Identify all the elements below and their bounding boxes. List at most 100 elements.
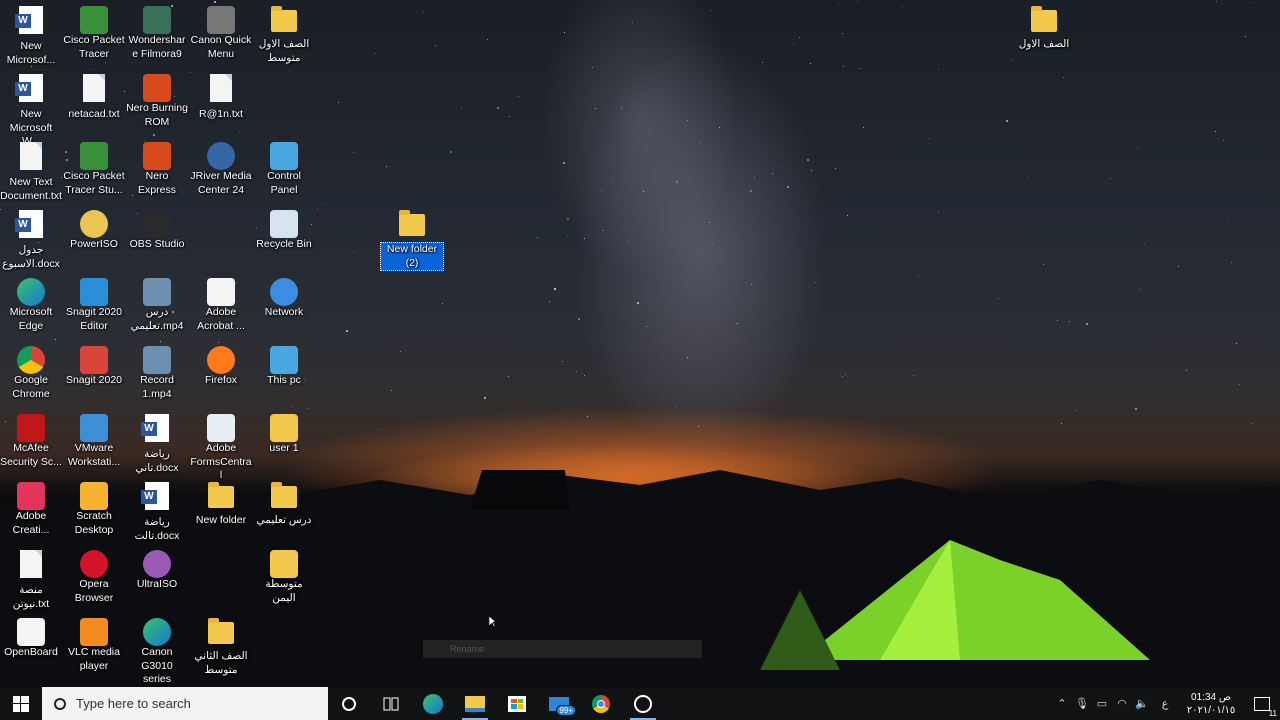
desktop-icon[interactable]: Recycle Bin	[253, 208, 315, 252]
desktop-icon[interactable]: رياضة تالت.docx	[126, 480, 188, 543]
taskbar-store[interactable]	[496, 687, 538, 720]
desktop-icon[interactable]: netacad.txt	[63, 72, 125, 122]
star	[435, 45, 437, 47]
taskbar-obs[interactable]	[622, 687, 664, 720]
clock[interactable]: 01:34 ص ٢٠٢١/٠١/١٥	[1178, 691, 1244, 717]
desktop-icon[interactable]: Microsoft Edge	[0, 276, 62, 333]
desktop-icon-label: New Text Document.txt	[0, 176, 62, 202]
desktop-icon[interactable]: منصة نيوتن.txt	[0, 548, 62, 611]
taskbar-edge[interactable]	[412, 687, 454, 720]
desktop-icon[interactable]: رياضة تاني.docx	[126, 412, 188, 475]
desktop-icon[interactable]: Nero Express	[126, 140, 188, 197]
battery-icon[interactable]: ▭	[1092, 697, 1112, 710]
taskbar: Type here to search 99+ ⌃ 🎙 ▭ ◠ 🔈 ع 01:3…	[0, 687, 1280, 720]
desktop-icon[interactable]: Record 1.mp4	[126, 344, 188, 401]
star	[937, 211, 939, 213]
star	[153, 133, 156, 136]
star	[375, 53, 376, 55]
taskbar-chrome[interactable]	[580, 687, 622, 720]
desktop-icon[interactable]: VMware Workstati...	[63, 412, 125, 469]
desktop-icon[interactable]: الصف الثاني متوسط	[190, 616, 252, 677]
desktop-icon[interactable]: Nero Burning ROM	[126, 72, 188, 129]
taskbar-file-explorer[interactable]	[454, 687, 496, 720]
star	[583, 237, 585, 239]
desktop-icon[interactable]: Canon Quick Menu	[190, 4, 252, 61]
desktop-icon[interactable]: Adobe Creati...	[0, 480, 62, 537]
desktop-icon[interactable]: Wondershare Filmora9	[126, 4, 188, 61]
desktop-icon[interactable]: Firefox	[190, 344, 252, 388]
selected-new-folder[interactable]: New folder (2)	[380, 208, 444, 271]
wifi-icon[interactable]: ◠	[1112, 697, 1132, 710]
rename-input[interactable]: New folder (2)	[380, 242, 444, 271]
desktop-icon[interactable]: جدول الاسبوع.docx	[0, 208, 62, 271]
desktop-icon[interactable]: Google Chrome	[0, 344, 62, 401]
desktop-icon[interactable]: R@1n.txt	[190, 72, 252, 122]
chrome-icon	[592, 694, 610, 713]
desktop-icon[interactable]: Control Panel	[253, 140, 315, 197]
star	[567, 236, 569, 238]
desktop-icon[interactable]: Snagit 2020	[63, 344, 125, 388]
desktop-icon[interactable]: Cisco Packet Tracer	[63, 4, 125, 61]
taskbar-search-box[interactable]: Type here to search	[42, 687, 328, 720]
desktop-icon[interactable]: درس تعليمي	[253, 480, 315, 528]
adobe-cc-icon	[17, 482, 45, 510]
star	[912, 374, 914, 376]
action-center-button[interactable]: 11	[1244, 687, 1280, 720]
desktop-icon-label: This pc	[267, 374, 301, 386]
cortana-button[interactable]	[328, 687, 370, 720]
desktop-icon[interactable]: JRiver Media Center 24	[190, 140, 252, 197]
desktop-icon-label: Adobe Acrobat ...	[197, 306, 245, 332]
word-doc-icon	[141, 482, 169, 510]
desktop-icon[interactable]: New Microsoft W...	[0, 72, 62, 149]
desktop-icon[interactable]: Cisco Packet Tracer Stu...	[63, 140, 125, 197]
desktop-icon[interactable]: McAfee Security Sc...	[0, 412, 62, 469]
desktop-icon[interactable]: متوسطة اليمن	[253, 548, 315, 605]
language-indicator[interactable]: ع	[1152, 697, 1178, 710]
desktop-icon[interactable]: Opera Browser	[63, 548, 125, 605]
folder-icon	[271, 6, 297, 32]
canon-icon	[143, 618, 171, 646]
volume-icon[interactable]: 🔈	[1132, 697, 1152, 710]
desktop-icon[interactable]: New Microsof...	[0, 4, 62, 67]
desktop-icon[interactable]: PowerISO	[63, 208, 125, 252]
star	[642, 190, 644, 192]
chrome-icon	[17, 346, 45, 374]
star	[390, 390, 392, 392]
clock-time: 01:34 ص	[1191, 691, 1231, 703]
desktop-icon[interactable]: Network	[253, 276, 315, 320]
desktop-icon[interactable]: New folder	[190, 480, 252, 528]
desktop-icon-label: جدول الاسبوع.docx	[2, 244, 60, 270]
desktop-icon[interactable]: Scratch Desktop	[63, 480, 125, 537]
desktop-icon[interactable]: OpenBoard	[0, 616, 62, 660]
desktop-icon[interactable]: الصف الاول	[1013, 4, 1075, 52]
desktop-icon[interactable]: الصف الاول متوسط	[253, 4, 315, 65]
star	[718, 127, 720, 129]
desktop-icon[interactable]: OBS Studio	[126, 208, 188, 252]
mail-badge: 99+	[556, 705, 576, 716]
desktop-icon[interactable]: Adobe FormsCentral	[190, 412, 252, 483]
desktop-icon-label: Microsoft Edge	[9, 306, 53, 332]
desktop-icon[interactable]: Snagit 2020 Editor	[63, 276, 125, 333]
show-hidden-icons-chevron-icon[interactable]: ⌃	[1052, 697, 1072, 710]
taskbar-mail[interactable]: 99+	[538, 687, 580, 720]
desktop-icon[interactable]: درس تعليمي.mp4	[126, 276, 188, 333]
desktop-icon[interactable]: user 1	[253, 412, 315, 456]
desktop-icon[interactable]: Adobe Acrobat ...	[190, 276, 252, 333]
desktop-icon-label: Recycle Bin	[256, 238, 312, 250]
desktop-icon[interactable]: New Text Document.txt	[0, 140, 62, 203]
desktop-icon-label: منصة نيوتن.txt	[12, 584, 50, 610]
star	[1011, 58, 1013, 60]
microphone-icon[interactable]: 🎙	[1072, 697, 1092, 710]
start-button[interactable]	[0, 687, 42, 720]
desktop-icon-label: Adobe FormsCentral	[190, 442, 252, 481]
desktop-icon-label: درس تعليمي.mp4	[130, 306, 184, 332]
desktop-icon[interactable]: VLC media player	[63, 616, 125, 673]
desktop-icon[interactable]: This pc	[253, 344, 315, 388]
word-doc-icon	[141, 414, 169, 442]
windows-logo-icon	[13, 695, 29, 712]
task-view-button[interactable]	[370, 687, 412, 720]
desktop-icon[interactable]: UltraISO	[126, 548, 188, 592]
star	[553, 288, 556, 291]
star	[567, 217, 570, 220]
recycle-bin-icon	[270, 210, 298, 238]
